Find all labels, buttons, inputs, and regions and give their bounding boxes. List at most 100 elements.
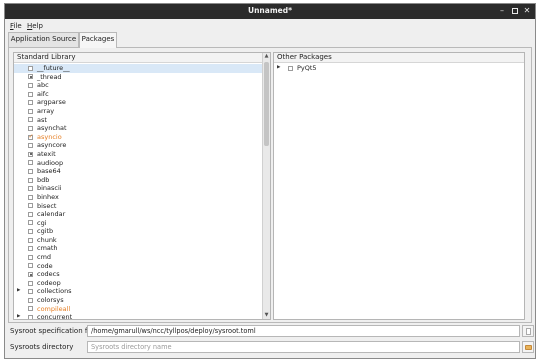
scroll-up-icon[interactable]: ▲ — [263, 53, 270, 60]
tree-row[interactable]: compileall — [14, 305, 262, 314]
scroll-down-icon[interactable]: ▼ — [263, 312, 270, 319]
package-label: base64 — [37, 167, 61, 176]
tree-row[interactable]: _thread — [14, 73, 262, 82]
tree-row[interactable]: colorsys — [14, 296, 262, 305]
tree-row[interactable]: bisect — [14, 202, 262, 211]
tree-row[interactable]: array — [14, 107, 262, 116]
package-label: atexit — [37, 149, 56, 158]
package-checkbox[interactable] — [28, 254, 33, 260]
tree-row[interactable]: audioop — [14, 159, 262, 168]
sysroot-spec-browse-button[interactable] — [522, 325, 534, 337]
package-checkbox[interactable] — [28, 272, 33, 278]
package-label: cmath — [37, 244, 58, 253]
other-packages-pane: Other Packages ▶ PyQt5 — [273, 52, 525, 320]
tree-row[interactable]: cmath — [14, 244, 262, 253]
package-label: binhex — [37, 192, 59, 201]
sysroot-spec-input[interactable] — [87, 325, 520, 337]
package-checkbox[interactable] — [28, 203, 33, 209]
sysroots-dir-browse-button[interactable] — [522, 341, 534, 353]
tree-row[interactable]: binhex — [14, 193, 262, 202]
package-checkbox[interactable] — [28, 246, 33, 252]
package-label: asyncio — [37, 132, 62, 141]
package-label: array — [37, 106, 55, 115]
package-checkbox[interactable] — [28, 151, 33, 157]
tree-row[interactable]: base64 — [14, 167, 262, 176]
tree-row[interactable]: ▶ concurrent — [14, 313, 262, 319]
tree-row[interactable]: codecs — [14, 270, 262, 279]
package-checkbox[interactable] — [28, 211, 33, 217]
tree-row[interactable]: code — [14, 262, 262, 271]
package-checkbox[interactable] — [28, 65, 33, 71]
tree-row[interactable]: calendar — [14, 210, 262, 219]
package-checkbox[interactable] — [28, 168, 33, 174]
maximize-icon[interactable] — [510, 6, 520, 16]
package-checkbox[interactable] — [28, 100, 33, 106]
package-checkbox[interactable] — [28, 280, 33, 286]
package-label: argparse — [37, 98, 66, 107]
tree-row[interactable]: aifc — [14, 90, 262, 99]
tree-row[interactable]: argparse — [14, 98, 262, 107]
package-checkbox[interactable] — [28, 143, 33, 149]
tree-row[interactable]: __future__ — [14, 64, 262, 73]
package-label: __future__ — [37, 64, 70, 72]
package-checkbox[interactable] — [28, 186, 33, 192]
tree-row[interactable]: binascii — [14, 184, 262, 193]
tree-row[interactable]: abc — [14, 81, 262, 90]
package-checkbox[interactable] — [28, 297, 33, 303]
package-checkbox[interactable] — [28, 108, 33, 114]
tree-row[interactable]: bdb — [14, 176, 262, 185]
packages-panel: Standard Library __future__ _thread abc aif… — [8, 47, 532, 323]
package-checkbox[interactable] — [28, 91, 33, 97]
tree-row[interactable]: atexit — [14, 150, 262, 159]
package-checkbox[interactable] — [28, 133, 34, 141]
close-icon[interactable]: ✕ — [522, 6, 532, 16]
menu-file[interactable]: File — [10, 22, 22, 30]
package-label: _thread — [37, 72, 62, 81]
tree-row[interactable]: asynchat — [14, 124, 262, 133]
standard-library-header: Standard Library — [14, 53, 262, 63]
package-checkbox[interactable] — [28, 229, 33, 235]
package-checkbox[interactable] — [28, 117, 33, 123]
file-icon — [526, 328, 531, 335]
minimize-icon[interactable]: – — [497, 6, 507, 16]
package-checkbox[interactable] — [28, 74, 33, 80]
title-bar[interactable]: Unnamed* – ✕ — [5, 4, 535, 19]
package-checkbox[interactable] — [28, 177, 33, 183]
standard-library-scrollbar[interactable]: ▲ ▼ — [262, 53, 270, 319]
package-checkbox[interactable] — [28, 220, 33, 226]
package-label: colorsys — [37, 296, 64, 305]
sysroots-dir-input[interactable] — [87, 341, 520, 353]
expand-arrow-icon[interactable]: ▶ — [277, 64, 282, 73]
package-checkbox[interactable] — [28, 125, 33, 131]
package-label: audioop — [37, 158, 64, 167]
package-label: asyncore — [37, 141, 67, 150]
expand-arrow-icon[interactable]: ▶ — [17, 313, 22, 319]
package-label: compileall — [37, 304, 71, 313]
package-checkbox[interactable] — [28, 263, 33, 269]
standard-library-tree: __future__ _thread abc aifc argparse array ast… — [14, 64, 262, 319]
tree-row[interactable]: ▶ collections — [14, 287, 262, 296]
tree-row[interactable]: cmd — [14, 253, 262, 262]
tab-application-source[interactable]: Application Source — [8, 32, 79, 47]
package-checkbox[interactable] — [28, 237, 33, 243]
package-checkbox[interactable] — [28, 194, 33, 200]
package-checkbox[interactable] — [28, 160, 33, 166]
scrollbar-thumb[interactable] — [264, 62, 269, 146]
package-checkbox[interactable] — [28, 289, 33, 295]
tree-row[interactable]: asyncio — [14, 133, 262, 142]
tree-row[interactable]: chunk — [14, 236, 262, 245]
tree-row[interactable]: ast — [14, 116, 262, 125]
tab-packages[interactable]: Packages — [79, 32, 117, 48]
package-checkbox[interactable] — [28, 315, 33, 319]
tree-row[interactable]: codeop — [14, 279, 262, 288]
menu-help[interactable]: Help — [27, 22, 43, 30]
tree-row[interactable]: cgitb — [14, 227, 262, 236]
tree-row[interactable]: asyncore — [14, 141, 262, 150]
package-checkbox[interactable] — [28, 82, 33, 88]
package-checkbox[interactable] — [28, 306, 33, 312]
sysroots-dir-row: Sysroots directory — [8, 340, 535, 354]
package-checkbox[interactable] — [288, 65, 293, 71]
tree-row[interactable]: cgi — [14, 219, 262, 228]
tree-row[interactable]: ▶ PyQt5 — [274, 64, 516, 73]
expand-arrow-icon[interactable]: ▶ — [17, 287, 22, 296]
